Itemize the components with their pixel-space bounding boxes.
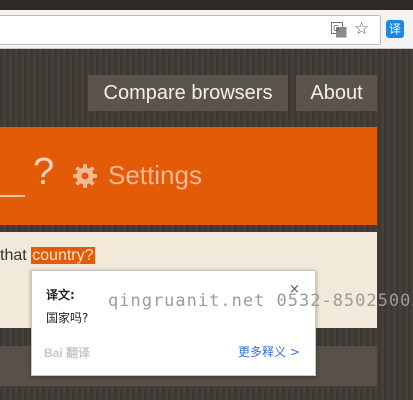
nav-compare-browsers[interactable]: Compare browsers	[88, 75, 288, 111]
svg-text:G: G	[333, 24, 339, 33]
more-definitions-link[interactable]: 更多释义 >	[238, 343, 300, 360]
translate-extension-icon[interactable]: 译	[386, 20, 404, 38]
selected-text[interactable]: country?	[31, 247, 95, 264]
bookmark-star-icon[interactable]: ☆	[354, 19, 369, 39]
question-mark: ?	[33, 151, 55, 193]
blank-underline	[0, 195, 25, 197]
address-bar[interactable]	[0, 15, 381, 45]
settings-link[interactable]: Settings	[108, 157, 202, 193]
watermark: qingruanit.net 0532-85025005	[108, 291, 413, 311]
baidu-translate-logo: Bai 翻译	[44, 346, 91, 360]
translate-icon[interactable]: G	[331, 22, 347, 38]
content-text: that country?	[0, 246, 95, 266]
translation-result: 国家吗?	[46, 311, 89, 325]
window-top-edge	[0, 0, 413, 10]
browser-toolbar: G ☆ 译	[0, 10, 413, 49]
nav-about[interactable]: About	[296, 75, 377, 111]
popup-title: 译文:	[46, 288, 75, 302]
translation-popup: 译文: × 国家吗? Bai 翻译 更多释义 >	[31, 270, 316, 376]
hero-banner: ? Settings	[0, 127, 377, 225]
gear-icon	[73, 164, 97, 188]
text-before: that	[0, 247, 32, 264]
